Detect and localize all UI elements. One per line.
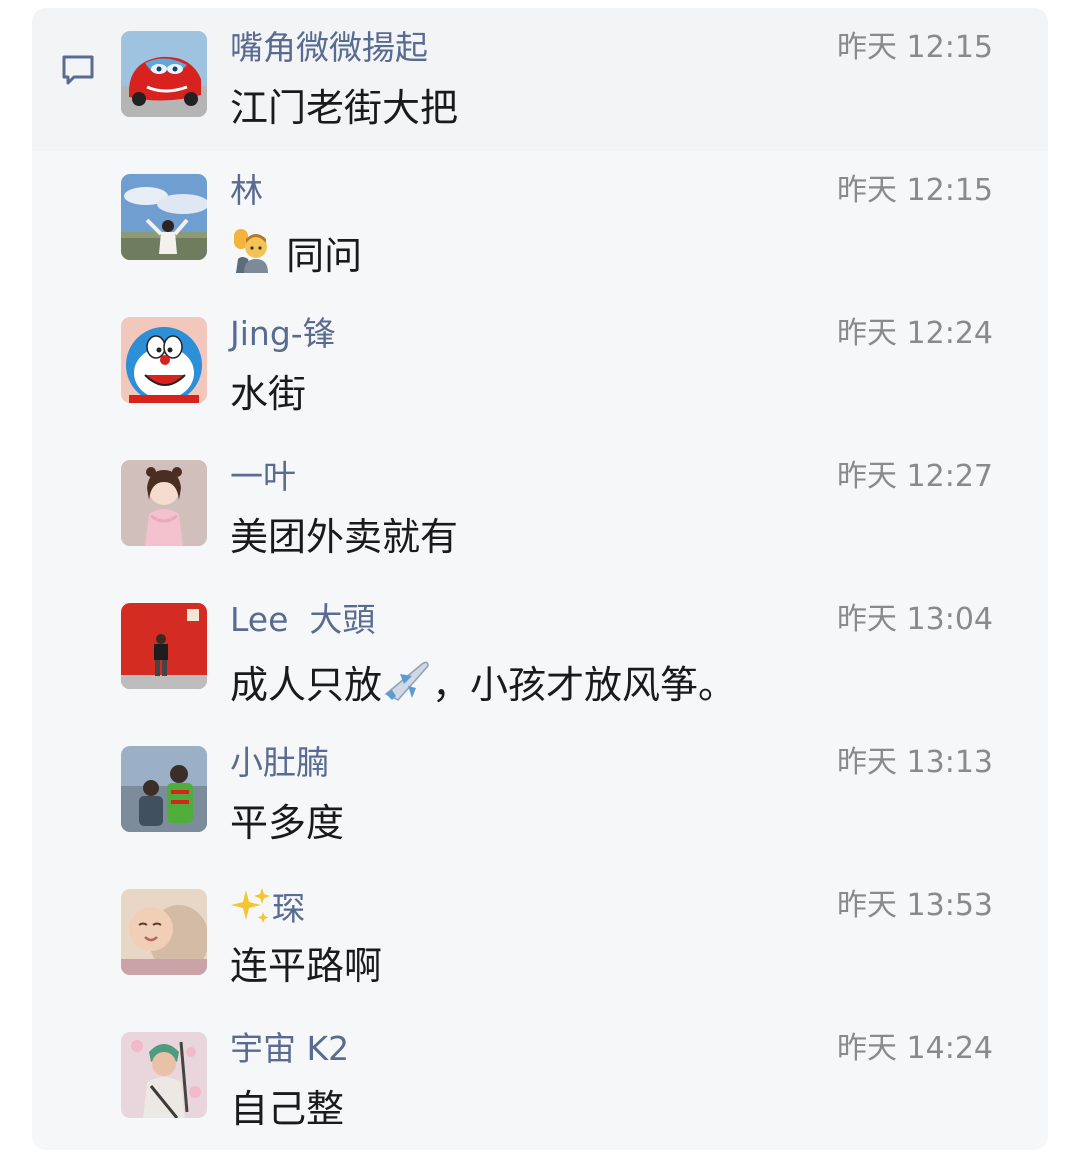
comment-author[interactable]: 琛: [230, 886, 305, 929]
comment-time: 昨天 13:04: [837, 602, 993, 637]
two-kids-avatar-icon: [121, 746, 207, 832]
avatar[interactable]: [121, 317, 207, 403]
comment-author[interactable]: 宇宙 K2: [230, 1029, 349, 1069]
comment-time: 昨天 12:15: [837, 30, 993, 65]
comment-message: 同问: [230, 227, 362, 280]
comment-message: 成人只放 ，小孩才放风筝。: [230, 656, 736, 709]
comment-row[interactable]: 一叶 昨天 12:27 美团外卖就有: [32, 437, 1048, 580]
comment-text: ，小孩才放风筝。: [432, 663, 737, 707]
comment-author[interactable]: 小肚腩: [230, 743, 329, 783]
avatar[interactable]: [121, 889, 207, 975]
avatar[interactable]: [121, 746, 207, 832]
comment-author[interactable]: 一叶: [230, 457, 296, 497]
comment-text: 水街: [230, 372, 307, 416]
comment-text: 自己整: [230, 1087, 345, 1131]
comment-text: 成人只放: [230, 663, 383, 707]
airplane-emoji-icon: [384, 661, 429, 701]
avatar[interactable]: [121, 460, 207, 546]
red-wall-man-avatar-icon: [121, 603, 207, 689]
avatar[interactable]: [121, 174, 207, 260]
comment-author[interactable]: 嘴角微微揚起: [230, 28, 428, 68]
comment-row[interactable]: 琛 昨天 13:53 连平路啊: [32, 866, 1048, 1009]
comment-time: 昨天 13:13: [837, 745, 993, 780]
red-car-avatar-icon: [121, 31, 207, 117]
comment-row[interactable]: 林 昨天 12:15 同问: [32, 151, 1048, 294]
avatar[interactable]: [121, 1032, 207, 1118]
comment-text: 江门老街大把: [230, 86, 459, 130]
comment-time: 昨天 13:53: [837, 888, 993, 923]
comment-bubble-icon[interactable]: [60, 53, 96, 87]
comment-author[interactable]: Lee 大頭: [230, 600, 375, 640]
avatar[interactable]: [121, 603, 207, 689]
comment-time: 昨天 12:15: [837, 173, 993, 208]
comment-author[interactable]: Jing-锋: [230, 314, 336, 354]
comment-row[interactable]: Lee 大頭 昨天 13:04 成人只放 ，小孩才放风筝。: [32, 580, 1048, 723]
doraemon-avatar-icon: [121, 317, 207, 403]
girl-pink-avatar-icon: [121, 460, 207, 546]
comment-text: 连平路啊: [230, 944, 383, 988]
comment-time: 昨天 12:24: [837, 316, 993, 351]
comment-text: 平多度: [230, 801, 345, 845]
comment-text: 美团外卖就有: [230, 515, 459, 559]
sparkles-emoji-icon: [231, 888, 270, 923]
comment-row[interactable]: 小肚腩 昨天 13:13 平多度: [32, 723, 1048, 866]
anime-swordsman-avatar-icon: [121, 1032, 207, 1118]
baby-avatar-icon: [121, 889, 207, 975]
comment-time: 昨天 12:27: [837, 459, 993, 494]
comment-author[interactable]: 林: [230, 171, 263, 211]
comment-author-name: 琛: [272, 889, 305, 928]
comment-row[interactable]: 嘴角微微揚起 昨天 12:15 江门老街大把: [32, 8, 1048, 151]
comment-text: 同问: [286, 234, 363, 278]
comment-time: 昨天 14:24: [837, 1031, 993, 1066]
comment-row[interactable]: 宇宙 K2 昨天 14:24 自己整: [32, 1009, 1048, 1152]
sky-girl-avatar-icon: [121, 174, 207, 260]
comment-row[interactable]: Jing-锋 昨天 12:24 水街: [32, 294, 1048, 437]
person-raising-hand-emoji-icon: [234, 229, 268, 273]
avatar[interactable]: [121, 31, 207, 117]
